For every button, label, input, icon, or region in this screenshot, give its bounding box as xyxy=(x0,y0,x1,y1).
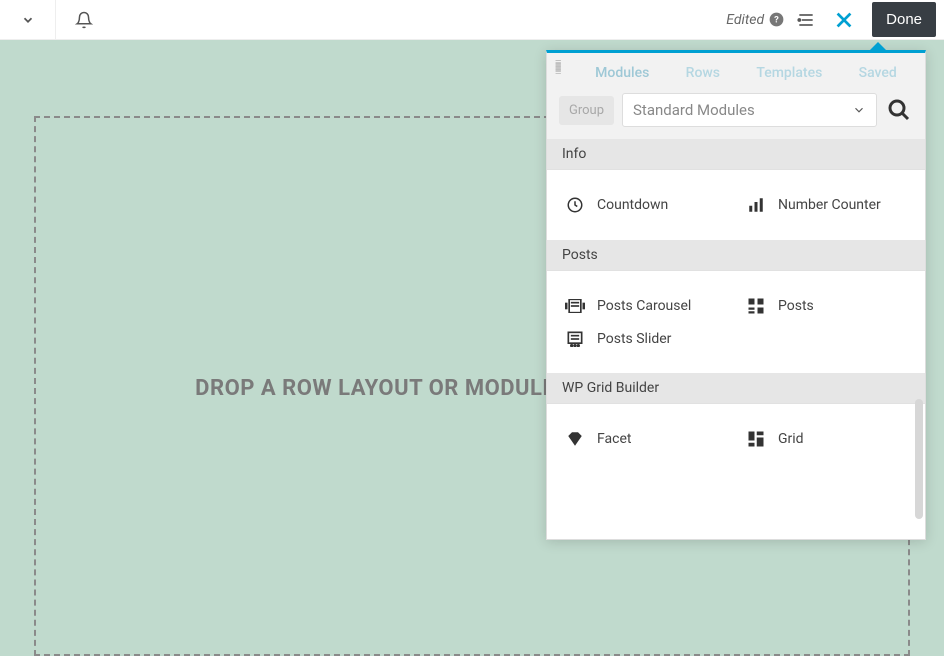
toolbar-left xyxy=(0,0,111,39)
search-icon xyxy=(887,98,911,122)
section-header-posts: Posts xyxy=(547,240,925,271)
module-label: Countdown xyxy=(597,197,668,213)
tab-modules[interactable]: Modules xyxy=(595,65,649,81)
module-facet[interactable]: Facet xyxy=(555,422,736,456)
bell-icon xyxy=(75,11,93,29)
panel-tabs: Modules Rows Templates Saved xyxy=(567,53,925,93)
module-label: Posts Carousel xyxy=(597,298,691,314)
module-label: Posts xyxy=(778,298,814,314)
close-icon xyxy=(833,9,855,31)
edited-label: Edited xyxy=(726,12,764,28)
tab-rows[interactable]: Rows xyxy=(686,65,720,81)
top-toolbar: Edited ? Done xyxy=(0,0,944,40)
panel-filter-row: Group Standard Modules xyxy=(547,93,925,139)
module-countdown[interactable]: Countdown xyxy=(555,188,736,222)
section-title: WP Grid Builder xyxy=(547,373,674,403)
chevron-down-button[interactable] xyxy=(0,0,55,39)
module-grid[interactable]: Grid xyxy=(736,422,917,456)
section-title: Posts xyxy=(547,240,613,270)
section-items-info: Countdown Number Counter xyxy=(547,170,925,240)
module-label: Number Counter xyxy=(778,197,881,213)
drag-handle-icon[interactable]: ≡≡≡≡ xyxy=(553,53,567,73)
module-number-counter[interactable]: Number Counter xyxy=(736,188,917,222)
scrollbar-thumb[interactable] xyxy=(915,399,923,519)
chevron-down-icon xyxy=(852,103,866,117)
panel-scroll-area[interactable]: Info Countdown Number Counter Posts xyxy=(547,139,925,539)
section-items-wpgrid: Facet Grid xyxy=(547,404,925,474)
bars-icon xyxy=(746,196,766,214)
grid2-icon xyxy=(746,430,766,448)
module-label: Facet xyxy=(597,431,631,447)
section-header-info: Info xyxy=(547,139,925,170)
module-posts-carousel[interactable]: Posts Carousel xyxy=(555,289,736,323)
section-items-posts: Posts Carousel Posts Posts Slider xyxy=(547,271,925,373)
close-panel-button[interactable] xyxy=(828,9,860,31)
dropdown-value: Standard Modules xyxy=(633,101,755,119)
clock-icon xyxy=(565,196,585,214)
toolbar-right: Edited ? Done xyxy=(726,2,936,37)
module-label: Grid xyxy=(778,431,804,447)
module-posts[interactable]: Posts xyxy=(736,289,917,323)
search-button[interactable] xyxy=(885,98,913,122)
notifications-button[interactable] xyxy=(56,0,111,39)
module-posts-slider[interactable]: Posts Slider xyxy=(555,323,736,355)
section-title: Info xyxy=(547,139,601,169)
section-header-wpgrid: WP Grid Builder xyxy=(547,373,925,404)
panel-header: ≡≡≡≡ Modules Rows Templates Saved xyxy=(547,53,925,93)
panel-arrow xyxy=(869,42,887,51)
outline-icon xyxy=(796,10,816,30)
grid-icon xyxy=(746,297,766,315)
help-icon[interactable]: ? xyxy=(769,12,784,27)
content-panel: ≡≡≡≡ Modules Rows Templates Saved Group … xyxy=(546,50,926,540)
edited-status: Edited ? xyxy=(726,12,784,28)
group-button[interactable]: Group xyxy=(559,96,614,125)
svg-text:?: ? xyxy=(774,15,779,26)
slider-icon xyxy=(565,331,585,347)
done-button[interactable]: Done xyxy=(872,2,936,37)
diamond-icon xyxy=(565,430,585,448)
outline-button[interactable] xyxy=(796,10,816,30)
tab-templates[interactable]: Templates xyxy=(756,65,822,81)
chevron-down-icon xyxy=(21,13,35,27)
module-type-dropdown[interactable]: Standard Modules xyxy=(622,93,877,127)
tab-saved[interactable]: Saved xyxy=(859,65,897,81)
module-label: Posts Slider xyxy=(597,331,671,347)
carousel-icon xyxy=(565,299,585,313)
